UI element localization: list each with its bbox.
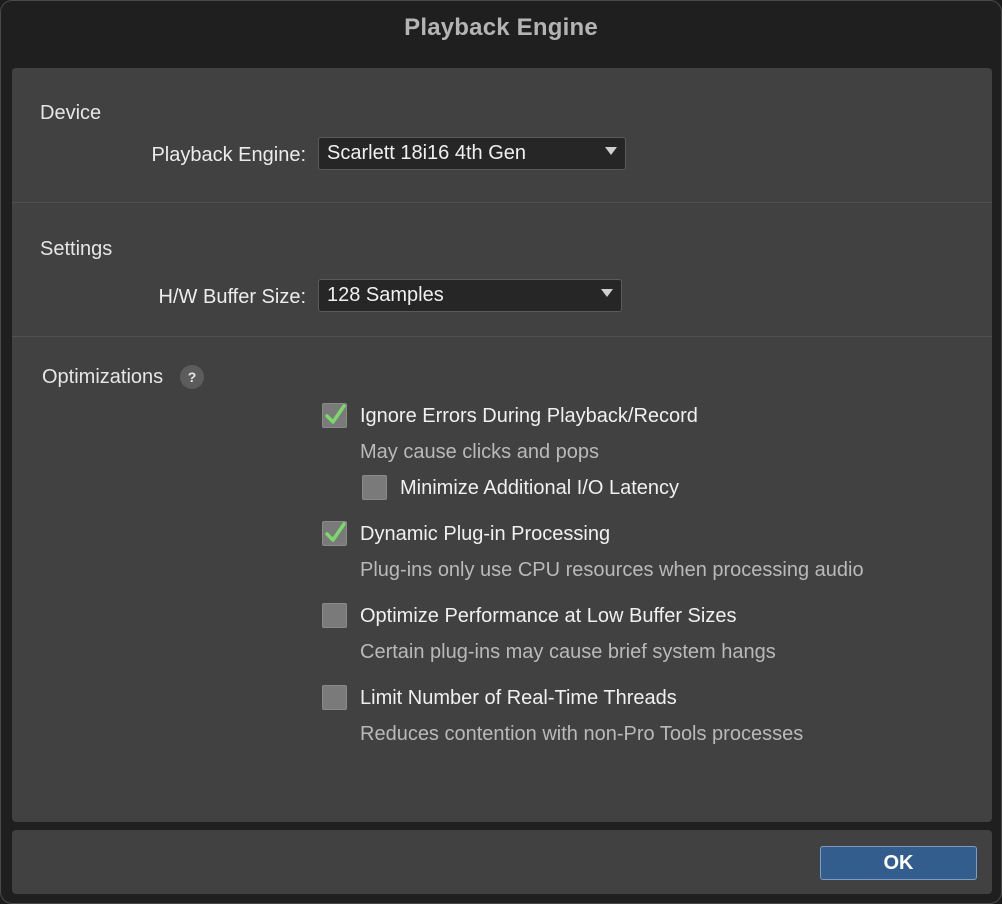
divider — [12, 336, 992, 337]
optimize-performance-checkbox[interactable] — [322, 603, 347, 628]
optimize-performance-description: Certain plug-ins may cause brief system … — [360, 641, 776, 663]
minimize-latency-checkbox[interactable] — [362, 475, 387, 500]
minimize-latency-label[interactable]: Minimize Additional I/O Latency — [400, 477, 679, 500]
dynamic-plugin-description: Plug-ins only use CPU resources when pro… — [360, 559, 864, 581]
help-icon[interactable]: ? — [180, 365, 204, 389]
chevron-down-icon — [605, 147, 617, 155]
playback-engine-label: Playback Engine: — [151, 144, 306, 166]
title-bar[interactable]: Playback Engine — [1, 1, 1001, 59]
settings-section-label: Settings — [40, 238, 113, 260]
chevron-down-icon — [601, 289, 613, 297]
buffer-size-select[interactable]: 128 Samples — [318, 279, 622, 312]
playback-engine-select[interactable]: Scarlett 18i16 4th Gen — [318, 137, 626, 170]
window-title: Playback Engine — [404, 14, 598, 41]
ignore-errors-checkbox[interactable] — [322, 403, 347, 428]
device-section-label: Device — [40, 102, 102, 124]
checkmark-icon — [325, 522, 346, 542]
dynamic-plugin-label[interactable]: Dynamic Plug-in Processing — [360, 523, 610, 546]
buffer-size-value: 128 Samples — [327, 284, 444, 306]
dynamic-plugin-checkbox[interactable] — [322, 521, 347, 546]
optimize-performance-label[interactable]: Optimize Performance at Low Buffer Sizes — [360, 605, 736, 628]
main-panel: Device Playback Engine: Scarlett 18i16 4… — [12, 68, 992, 822]
optimizations-section-label: Optimizations — [42, 366, 164, 388]
ignore-errors-description: May cause clicks and pops — [360, 441, 600, 463]
divider — [12, 202, 992, 203]
limit-threads-description: Reduces contention with non-Pro Tools pr… — [360, 723, 804, 745]
ignore-errors-label[interactable]: Ignore Errors During Playback/Record — [360, 405, 698, 428]
dialog-footer: OK — [12, 830, 992, 894]
limit-threads-label[interactable]: Limit Number of Real-Time Threads — [360, 687, 677, 710]
playback-engine-value: Scarlett 18i16 4th Gen — [327, 142, 527, 164]
checkmark-icon — [325, 404, 346, 424]
playback-engine-dialog: Playback Engine Device Playback Engine: … — [0, 0, 1002, 904]
limit-threads-checkbox[interactable] — [322, 685, 347, 710]
ok-button[interactable]: OK — [820, 846, 977, 880]
buffer-size-label: H/W Buffer Size: — [158, 286, 306, 308]
